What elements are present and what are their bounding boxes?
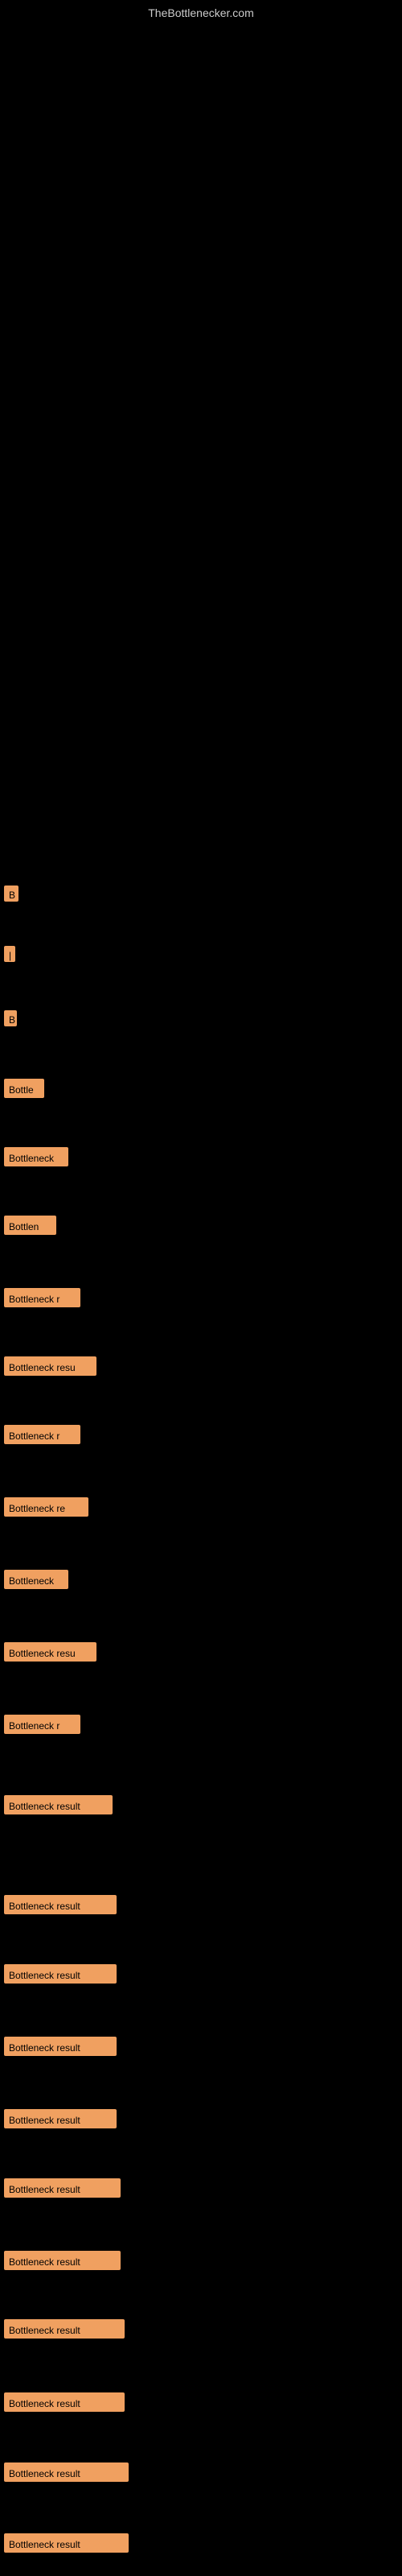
bottleneck-result-item: Bottle xyxy=(4,1079,44,1098)
bottleneck-result-item: Bottleneck result xyxy=(4,1795,113,1814)
bottleneck-result-item: Bottleneck result xyxy=(4,2392,125,2412)
bottleneck-result-item: Bottleneck result xyxy=(4,2178,121,2198)
bottleneck-result-item: Bottleneck result xyxy=(4,2533,129,2553)
bottleneck-result-item: Bottleneck resu xyxy=(4,1356,96,1376)
bottleneck-result-item: Bottlen xyxy=(4,1216,56,1235)
bottleneck-result-item: Bottleneck xyxy=(4,1570,68,1589)
bottleneck-result-item: B xyxy=(4,1010,17,1026)
bottleneck-result-item: | xyxy=(4,946,15,962)
bottleneck-result-item: Bottleneck r xyxy=(4,1288,80,1307)
bottleneck-result-item: Bottleneck result xyxy=(4,1895,117,1914)
bottleneck-result-item: Bottleneck result xyxy=(4,2109,117,2128)
site-title: TheBottlenecker.com xyxy=(148,6,254,19)
bottleneck-result-item: Bottleneck result xyxy=(4,2251,121,2270)
bottleneck-result-item: Bottleneck r xyxy=(4,1715,80,1734)
bottleneck-result-item: Bottleneck re xyxy=(4,1497,88,1517)
bottleneck-result-item: Bottleneck result xyxy=(4,2319,125,2339)
bottleneck-result-item: B xyxy=(4,886,18,902)
bottleneck-result-item: Bottleneck r xyxy=(4,1425,80,1444)
bottleneck-result-item: Bottleneck result xyxy=(4,2462,129,2482)
bottleneck-result-item: Bottleneck xyxy=(4,1147,68,1166)
bottleneck-result-item: Bottleneck result xyxy=(4,1964,117,1984)
bottleneck-result-item: Bottleneck resu xyxy=(4,1642,96,1662)
bottleneck-result-item: Bottleneck result xyxy=(4,2037,117,2056)
